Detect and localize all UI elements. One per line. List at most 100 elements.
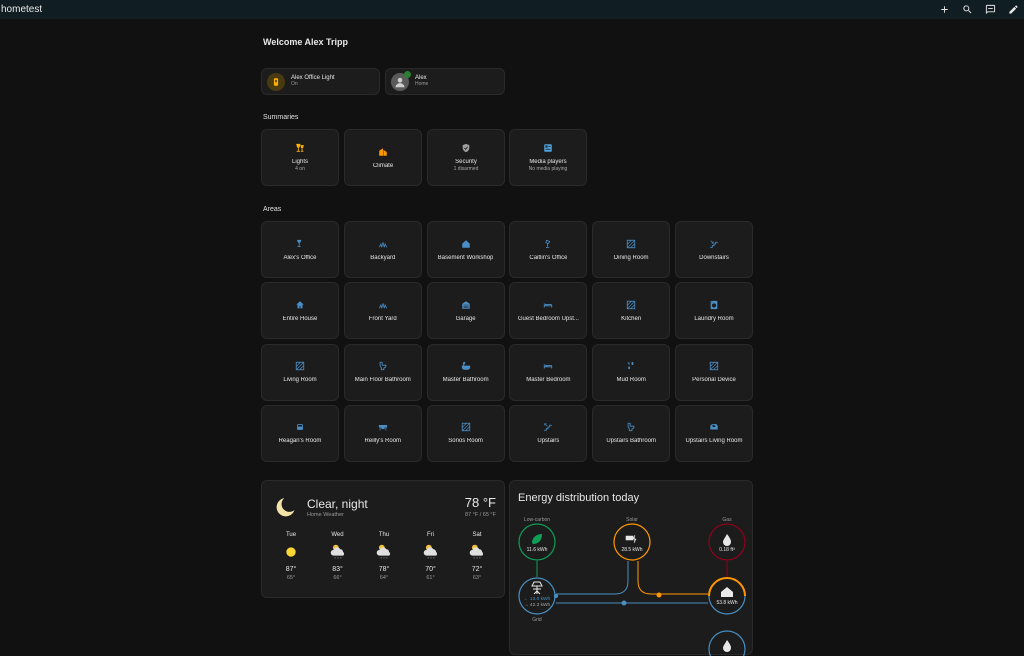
forecast-day-name: Wed	[331, 532, 344, 538]
area-label: Front Yard	[368, 315, 397, 322]
area-tile[interactable]: Upstairs	[509, 404, 588, 462]
lamp-icon	[296, 143, 304, 152]
home-value: 53.8 kWh	[716, 600, 737, 606]
area-tile[interactable]: Main Floor Bathroom	[343, 343, 422, 401]
grid-import-value: ← 13.0 kWh	[524, 596, 551, 602]
area-tile[interactable]: Personal Device	[675, 343, 753, 401]
area-tile[interactable]: Living Room	[261, 343, 339, 401]
texture-box-icon	[461, 423, 470, 432]
forecast-low: 61°	[426, 575, 435, 581]
summaries-heading: Summaries	[263, 114, 299, 121]
texture-box-icon	[627, 300, 636, 309]
forecast-high: 78°	[378, 566, 390, 573]
area-label: Upstairs Bathroom	[606, 438, 657, 445]
area-tile[interactable]: Laundry Room	[675, 282, 753, 340]
grid-export-value: → 42.3 kWh	[524, 602, 551, 608]
search-button[interactable]	[961, 3, 974, 16]
flow-dot	[621, 600, 627, 606]
forecast-day-name: Tue	[285, 532, 297, 538]
home-icon	[296, 301, 304, 309]
assist-button[interactable]	[984, 3, 997, 16]
forecast-day-name: Fri	[427, 532, 434, 538]
area-tile[interactable]: Guest Bedroom Upst...	[509, 282, 588, 340]
cloud-rain-icon	[376, 544, 391, 559]
cloud-rain-icon	[330, 544, 344, 559]
area-tile[interactable]: Front Yard	[343, 282, 422, 340]
chip-state: On	[291, 81, 298, 88]
area-tile[interactable]: Entire House	[261, 282, 339, 340]
solar-node[interactable]	[613, 523, 651, 561]
cloud-rain-icon	[469, 544, 484, 559]
area-tile[interactable]: Downstairs	[675, 221, 753, 278]
solar-label: Solar	[626, 517, 638, 523]
area-tile[interactable]: Upstairs Bathroom	[592, 404, 671, 462]
area-label: Alex's Office	[283, 254, 317, 261]
area-tile[interactable]: Kitchen	[592, 282, 671, 340]
area-label: Dining Room	[613, 254, 649, 261]
light-switch-icon	[267, 72, 285, 91]
forecast-high: 83°	[332, 566, 343, 573]
add-button[interactable]	[938, 3, 951, 16]
area-tile[interactable]: Backyard	[343, 221, 422, 278]
area-tile[interactable]: Master Bedroom	[509, 343, 588, 401]
summary-security[interactable]: Security 1 disarmed	[427, 129, 505, 186]
comment-icon	[985, 4, 996, 15]
grid-node[interactable]	[518, 577, 556, 615]
avatar	[391, 70, 411, 91]
area-label: Kitchen	[621, 315, 642, 322]
top-app-bar: hometest	[0, 0, 1024, 19]
desk-lamp-icon	[296, 239, 302, 247]
area-tile[interactable]: Basement Workshop	[426, 221, 505, 278]
moon-icon	[276, 498, 295, 517]
home-badge-icon	[404, 70, 411, 78]
garage-icon	[461, 301, 470, 309]
flow-dot	[656, 592, 662, 598]
summary-label: Media players	[529, 159, 567, 165]
area-label: Guest Bedroom Upst...	[517, 315, 579, 322]
washing-machine-icon	[710, 300, 718, 309]
area-tile[interactable]: Sonos Room	[426, 404, 505, 462]
summary-climate[interactable]: Climate	[344, 129, 422, 186]
stairs-down-icon	[710, 239, 718, 248]
texture-box-icon	[709, 361, 719, 371]
solar-value: 28.5 kWh	[621, 547, 642, 553]
app-title: hometest	[1, 4, 43, 15]
weather-source: Home Weather	[307, 512, 344, 518]
shield-icon	[462, 143, 470, 153]
area-label: Main Floor Bathroom	[354, 377, 411, 384]
solar-power-icon	[625, 534, 637, 544]
area-tile[interactable]: Upstairs Living Room	[675, 404, 753, 462]
area-label: Sonos Room	[448, 438, 483, 445]
gas-label: Gas	[722, 517, 732, 523]
energy-distribution-card[interactable]: Energy distribution today Low-carbon 11.…	[509, 480, 753, 656]
area-tile[interactable]: Reagan's Room	[261, 404, 339, 462]
summary-lights[interactable]: Lights 4 on	[261, 129, 339, 186]
areas-heading: Areas	[263, 206, 282, 213]
weather-condition: Clear, night	[307, 497, 368, 511]
flow-solar-home	[637, 561, 708, 595]
area-tile[interactable]: Reilly's Room	[343, 404, 422, 462]
summary-media-players[interactable]: Media players No media playing	[509, 129, 587, 186]
area-label: Reagan's Room	[278, 438, 322, 445]
area-label: Personal Device	[692, 377, 736, 384]
forecast-high: 72°	[471, 566, 483, 573]
bathtub-icon	[461, 361, 470, 370]
area-tile[interactable]: Mud Room	[592, 343, 671, 401]
area-label: Mud Room	[616, 377, 646, 384]
forecast-row: Tue 87° 65° Wed 83° 66° Thu 78° 64° Fri 70° 61° Sat 7…	[269, 532, 499, 581]
area-tile[interactable]: Caitlin's Office	[509, 221, 588, 278]
area-tile[interactable]: Alex's Office	[261, 221, 339, 278]
area-tile[interactable]: Garage	[426, 282, 505, 340]
area-label: Downstairs	[699, 254, 729, 261]
edit-button[interactable]	[1007, 3, 1020, 16]
area-tile[interactable]: Master Bathroom	[426, 343, 505, 401]
forecast-high: 70°	[425, 566, 436, 573]
forecast-low: 63°	[472, 575, 482, 581]
leaf-icon	[532, 534, 542, 544]
weather-card[interactable]: Clear, night Home Weather 78 °F 87 °F / …	[261, 480, 505, 598]
chip-alex[interactable]: Alex Home	[385, 68, 505, 95]
summary-label: Climate	[372, 162, 394, 169]
area-tile[interactable]: Dining Room	[592, 221, 671, 278]
area-label: Caitlin's Office	[529, 254, 568, 261]
chip-alex-office-light[interactable]: Alex Office Light On	[261, 68, 380, 95]
